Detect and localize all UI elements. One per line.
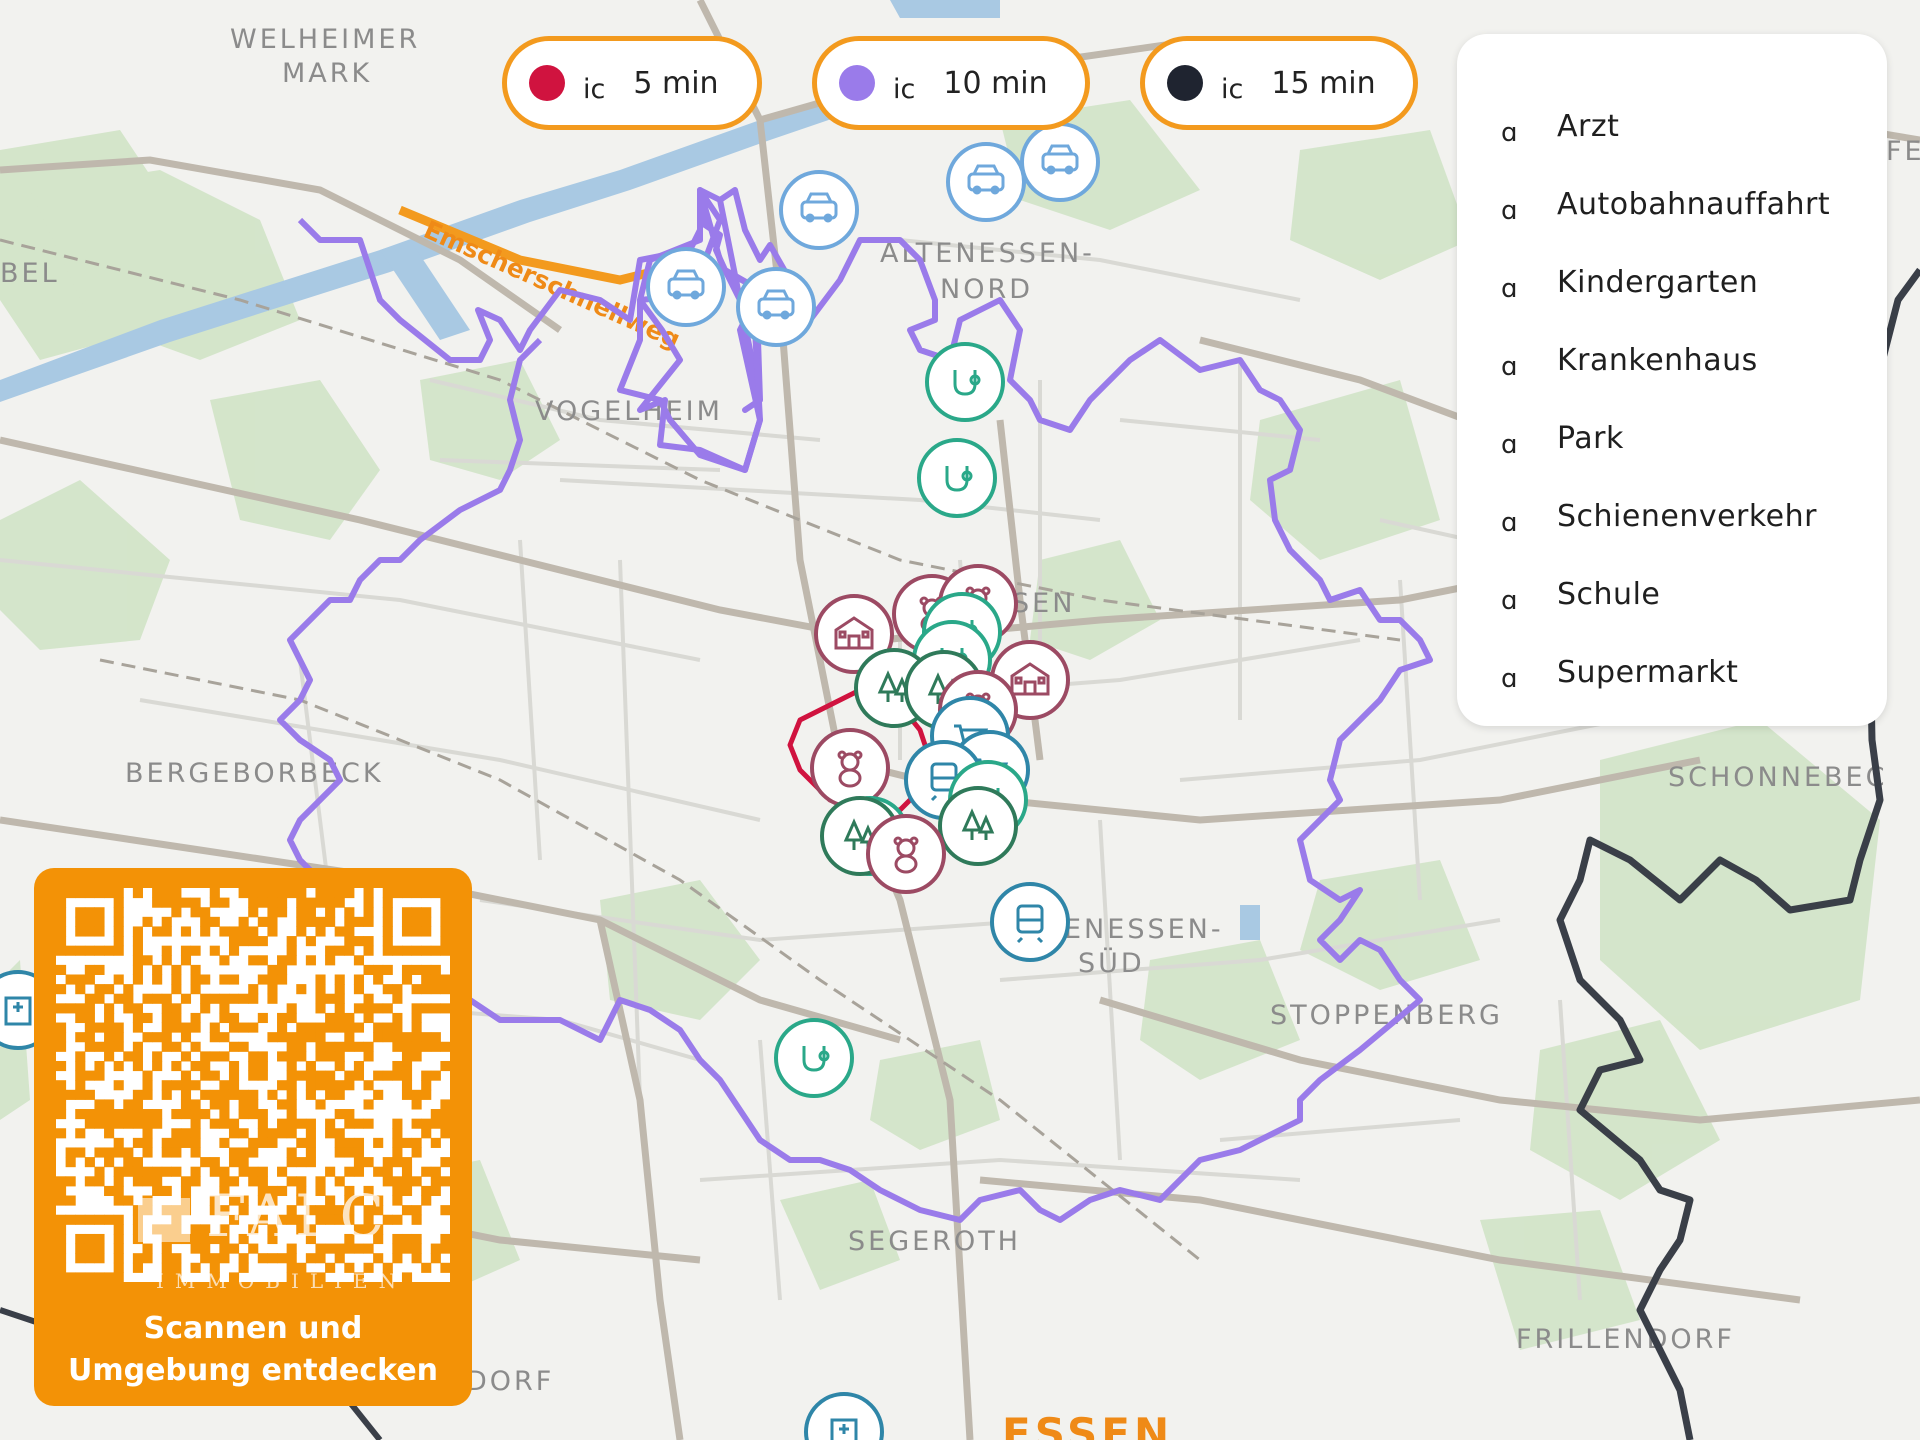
caption-line: Umgebung entdecken xyxy=(67,1353,439,1388)
place-label: FRILLENDORF xyxy=(1516,1324,1735,1355)
place-label: SÜD xyxy=(1078,947,1145,979)
poi-legend: ɑ Arzt ɑ Autobahnauffahrt ɑ Kindergarten… xyxy=(1457,34,1887,726)
time-color-dot xyxy=(529,65,565,101)
place-label: BEL xyxy=(0,258,60,289)
place-label: FE xyxy=(1886,136,1920,167)
arzt-icon: ɑ xyxy=(1501,118,1518,148)
car-marker[interactable] xyxy=(736,267,816,347)
car-marker[interactable] xyxy=(1020,122,1100,202)
tree-icon: ɑ xyxy=(1501,430,1518,460)
legend-item-krankenhaus[interactable]: ɑ Krankenhaus xyxy=(1501,340,1758,383)
doctor-marker[interactable] xyxy=(917,438,997,518)
place-label: SEN xyxy=(1012,588,1075,619)
cart-icon: ɑ xyxy=(1501,664,1518,694)
place-label: NORD xyxy=(940,274,1033,305)
walk-icon: ic xyxy=(893,73,916,105)
place-label: SEGEROTH xyxy=(848,1226,1021,1257)
caption-line: Scannen und xyxy=(143,1311,363,1346)
park-marker[interactable] xyxy=(938,786,1018,866)
doctor-marker[interactable] xyxy=(774,1018,854,1098)
place-label: ENESSEN- xyxy=(1064,914,1224,945)
travel-time-15min[interactable]: ic 15 min xyxy=(1140,36,1418,130)
legend-item-supermarkt[interactable]: ɑ Supermarkt xyxy=(1501,652,1739,695)
legend-item-autobahnauffahrt[interactable]: ɑ Autobahnauffahrt xyxy=(1501,184,1831,227)
legend-label: Arzt xyxy=(1557,108,1620,144)
time-label: 10 min xyxy=(943,65,1048,101)
qr-caption: Scannen und Umgebung entdecken xyxy=(34,1308,472,1392)
legend-item-kindergarten[interactable]: ɑ Kindergarten xyxy=(1501,262,1759,305)
car-marker[interactable] xyxy=(779,170,859,250)
legend-label: Schule xyxy=(1557,576,1661,612)
train-icon: ɑ xyxy=(1501,508,1518,538)
place-label: WELHEIMER xyxy=(230,24,420,55)
qr-code[interactable]: FALC IMMOBILIEN xyxy=(56,888,451,1293)
walk-icon: ic xyxy=(1221,73,1244,105)
hospital-icon: ɑ xyxy=(1501,352,1518,382)
teddy-marker[interactable] xyxy=(866,814,946,894)
legend-item-schienenverkehr[interactable]: ɑ Schienenverkehr xyxy=(1501,496,1817,539)
car-marker[interactable] xyxy=(946,142,1026,222)
car-icon: ɑ xyxy=(1501,196,1518,226)
legend-label: Supermarkt xyxy=(1557,654,1739,690)
place-label-essen: ESSEN xyxy=(1002,1409,1173,1440)
watermark-subtext: IMMOBILIEN xyxy=(156,1269,407,1293)
legend-item-arzt[interactable]: ɑ Arzt xyxy=(1501,106,1620,149)
time-label: 15 min xyxy=(1271,65,1376,101)
walk-icon: ic xyxy=(583,73,606,105)
legend-label: Kindergarten xyxy=(1557,264,1759,300)
travel-time-10min[interactable]: ic 10 min xyxy=(812,36,1090,130)
watermark-text: FALC xyxy=(206,1188,390,1250)
place-label: DORF xyxy=(466,1366,554,1397)
time-color-dot xyxy=(1167,65,1203,101)
travel-time-5min[interactable]: ic 5 min xyxy=(502,36,762,130)
place-label: BERGEBORBECK xyxy=(125,758,384,789)
place-label: SCHONNEBEC xyxy=(1668,762,1887,793)
school-icon: ɑ xyxy=(1501,586,1518,616)
legend-label: Krankenhaus xyxy=(1557,342,1758,378)
teddy-marker[interactable] xyxy=(810,728,890,808)
teddy-icon: ɑ xyxy=(1501,274,1518,304)
legend-label: Schienenverkehr xyxy=(1557,498,1817,534)
legend-label: Autobahnauffahrt xyxy=(1557,186,1831,222)
falc-logo: FALC IMMOBILIEN xyxy=(138,1188,407,1293)
legend-item-park[interactable]: ɑ Park xyxy=(1501,418,1624,461)
rail-marker[interactable] xyxy=(990,882,1070,962)
legend-item-schule[interactable]: ɑ Schule xyxy=(1501,574,1661,617)
time-label: 5 min xyxy=(633,65,719,101)
place-label: MARK xyxy=(282,58,372,89)
legend-label: Park xyxy=(1557,420,1624,456)
car-marker[interactable] xyxy=(646,247,726,327)
time-color-dot xyxy=(839,65,875,101)
doctor-marker[interactable] xyxy=(925,342,1005,422)
place-label: VOGELHEIM xyxy=(535,396,723,427)
qr-code-card[interactable]: FALC IMMOBILIEN Scannen und Umgebung ent… xyxy=(34,868,472,1406)
